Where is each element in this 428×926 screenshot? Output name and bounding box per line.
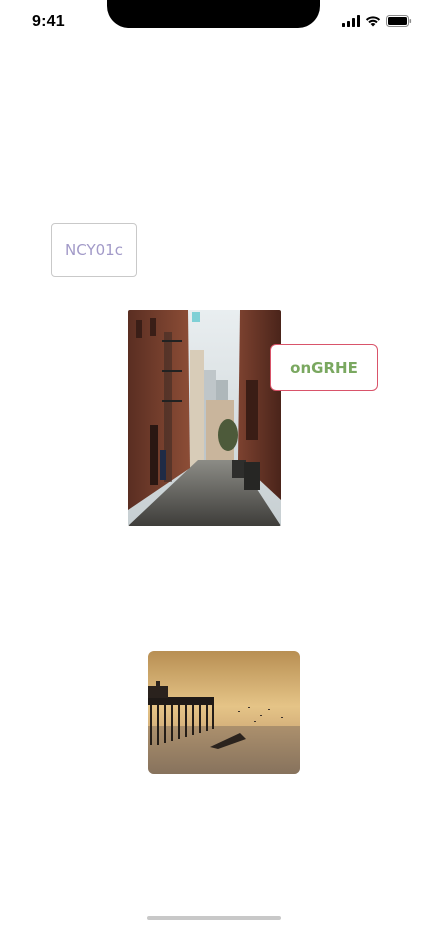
wifi-icon <box>365 16 381 27</box>
status-bar: 9:41 <box>0 0 428 44</box>
pier-photo <box>148 651 300 774</box>
device-notch <box>107 0 320 28</box>
battery-icon <box>386 15 412 27</box>
alley-photo <box>128 310 281 526</box>
status-icons <box>342 15 412 27</box>
ongrhe-button[interactable]: onGRHE <box>270 344 378 391</box>
status-time: 9:41 <box>32 13 65 30</box>
home-indicator[interactable] <box>147 916 281 920</box>
ncy01c-button[interactable]: NCY01c <box>51 223 137 277</box>
signal-icon <box>342 15 360 27</box>
